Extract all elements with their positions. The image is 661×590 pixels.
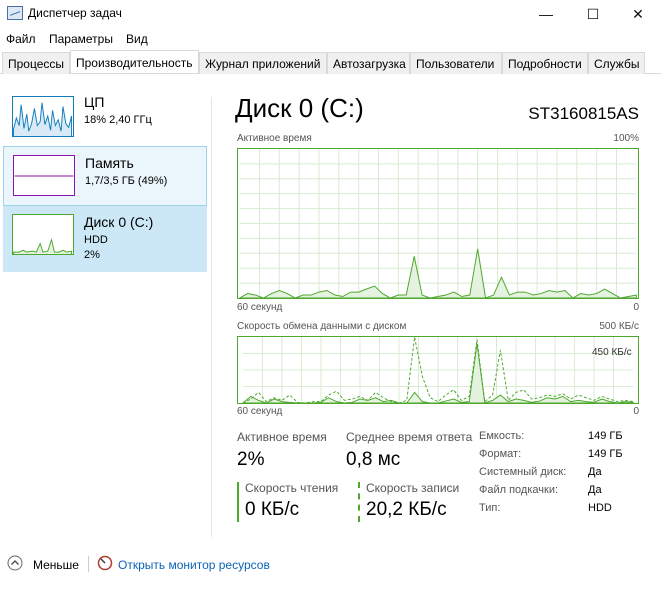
type-label: Тип: xyxy=(479,502,501,514)
read-speed-indicator xyxy=(237,482,239,522)
transfer-rate-scale-label: 450 КБ/с xyxy=(592,347,632,358)
tab-bar: Процессы Производительность Журнал прило… xyxy=(0,50,661,74)
cpu-thumbnail-graph xyxy=(12,96,74,137)
cpu-title: ЦП xyxy=(84,94,105,110)
format-value: 149 ГБ xyxy=(588,448,623,460)
menu-file[interactable]: Файл xyxy=(6,32,36,46)
panel-divider xyxy=(211,97,212,537)
footer: Меньше Открыть монитор ресурсов xyxy=(0,555,661,577)
cpu-usage: 18% 2,40 ГГц xyxy=(84,114,152,126)
title-bar: Диспетчер задач — ☐ ✕ xyxy=(0,0,661,28)
active-time-graph-timespan: 60 секунд xyxy=(237,302,283,313)
format-label: Формат: xyxy=(479,448,522,460)
write-speed-value: 20,2 КБ/с xyxy=(366,499,447,520)
transfer-rate-graph-min: 0 xyxy=(633,406,639,417)
read-speed-value: 0 КБ/с xyxy=(245,499,300,520)
footer-separator xyxy=(88,556,89,572)
menu-view[interactable]: Вид xyxy=(126,32,148,46)
type-value: HDD xyxy=(588,502,612,514)
transfer-rate-graph-label: Скорость обмена данными с диском xyxy=(237,321,407,332)
active-time-value: 2% xyxy=(237,449,265,470)
chevron-up-icon[interactable] xyxy=(7,555,23,571)
sidebar-item-cpu[interactable]: ЦП 18% 2,40 ГГц xyxy=(3,88,207,148)
sidebar-item-memory[interactable]: Память 1,7/3,5 ГБ (49%) xyxy=(3,146,207,206)
avg-response-label: Среднее время ответа xyxy=(346,430,473,444)
page-file-value: Да xyxy=(588,484,602,496)
disk-model: ST3160815AS xyxy=(528,104,639,123)
tab-services[interactable]: Службы xyxy=(588,52,645,74)
active-time-graph-min: 0 xyxy=(633,302,639,313)
maximize-button[interactable]: ☐ xyxy=(570,0,616,28)
tab-processes[interactable]: Процессы xyxy=(2,52,70,74)
disk-usage: 2% xyxy=(84,249,100,261)
menu-bar: Файл Параметры Вид xyxy=(0,30,661,48)
disk-title: Диск 0 (C:) xyxy=(84,214,154,230)
capacity-label: Емкость: xyxy=(479,430,525,442)
transfer-rate-graph-timespan: 60 секунд xyxy=(237,406,283,417)
task-manager-icon xyxy=(7,6,23,20)
sidebar-item-disk[interactable]: Диск 0 (C:) HDD 2% xyxy=(3,206,207,272)
read-speed-label: Скорость чтения xyxy=(245,481,339,495)
disk-thumbnail-graph xyxy=(12,214,74,255)
window-title: Диспетчер задач xyxy=(28,6,122,20)
active-time-label: Активное время xyxy=(237,430,327,444)
memory-title: Память xyxy=(85,155,134,171)
menu-options[interactable]: Параметры xyxy=(49,32,113,46)
transfer-rate-graph xyxy=(237,336,639,404)
tab-performance[interactable]: Производительность xyxy=(70,50,199,73)
page-file-label: Файл подкачки: xyxy=(479,484,559,496)
active-time-graph-label: Активное время xyxy=(237,133,312,144)
close-button[interactable]: ✕ xyxy=(615,0,661,28)
active-time-graph xyxy=(237,148,639,299)
open-resource-monitor-link[interactable]: Открыть монитор ресурсов xyxy=(118,558,270,572)
resource-monitor-icon[interactable] xyxy=(97,555,113,571)
system-disk-value: Да xyxy=(588,466,602,478)
disk-type: HDD xyxy=(84,234,108,246)
avg-response-value: 0,8 мс xyxy=(346,449,401,470)
active-time-graph-max: 100% xyxy=(613,133,639,144)
minimize-button[interactable]: — xyxy=(523,0,569,28)
write-speed-indicator xyxy=(358,482,360,522)
capacity-value: 149 ГБ xyxy=(588,430,623,442)
tab-users[interactable]: Пользователи xyxy=(410,52,502,74)
memory-thumbnail-graph xyxy=(13,155,75,196)
page-title: Диск 0 (C:) xyxy=(235,93,364,123)
tab-app-history[interactable]: Журнал приложений xyxy=(199,52,327,74)
transfer-rate-graph-max: 500 КБ/с xyxy=(599,321,639,332)
tab-details[interactable]: Подробности xyxy=(502,52,588,74)
fewer-details-button[interactable]: Меньше xyxy=(33,558,79,572)
write-speed-label: Скорость записи xyxy=(366,481,460,495)
system-disk-label: Системный диск: xyxy=(479,466,567,478)
tab-startup[interactable]: Автозагрузка xyxy=(327,52,410,74)
memory-usage: 1,7/3,5 ГБ (49%) xyxy=(85,175,168,187)
